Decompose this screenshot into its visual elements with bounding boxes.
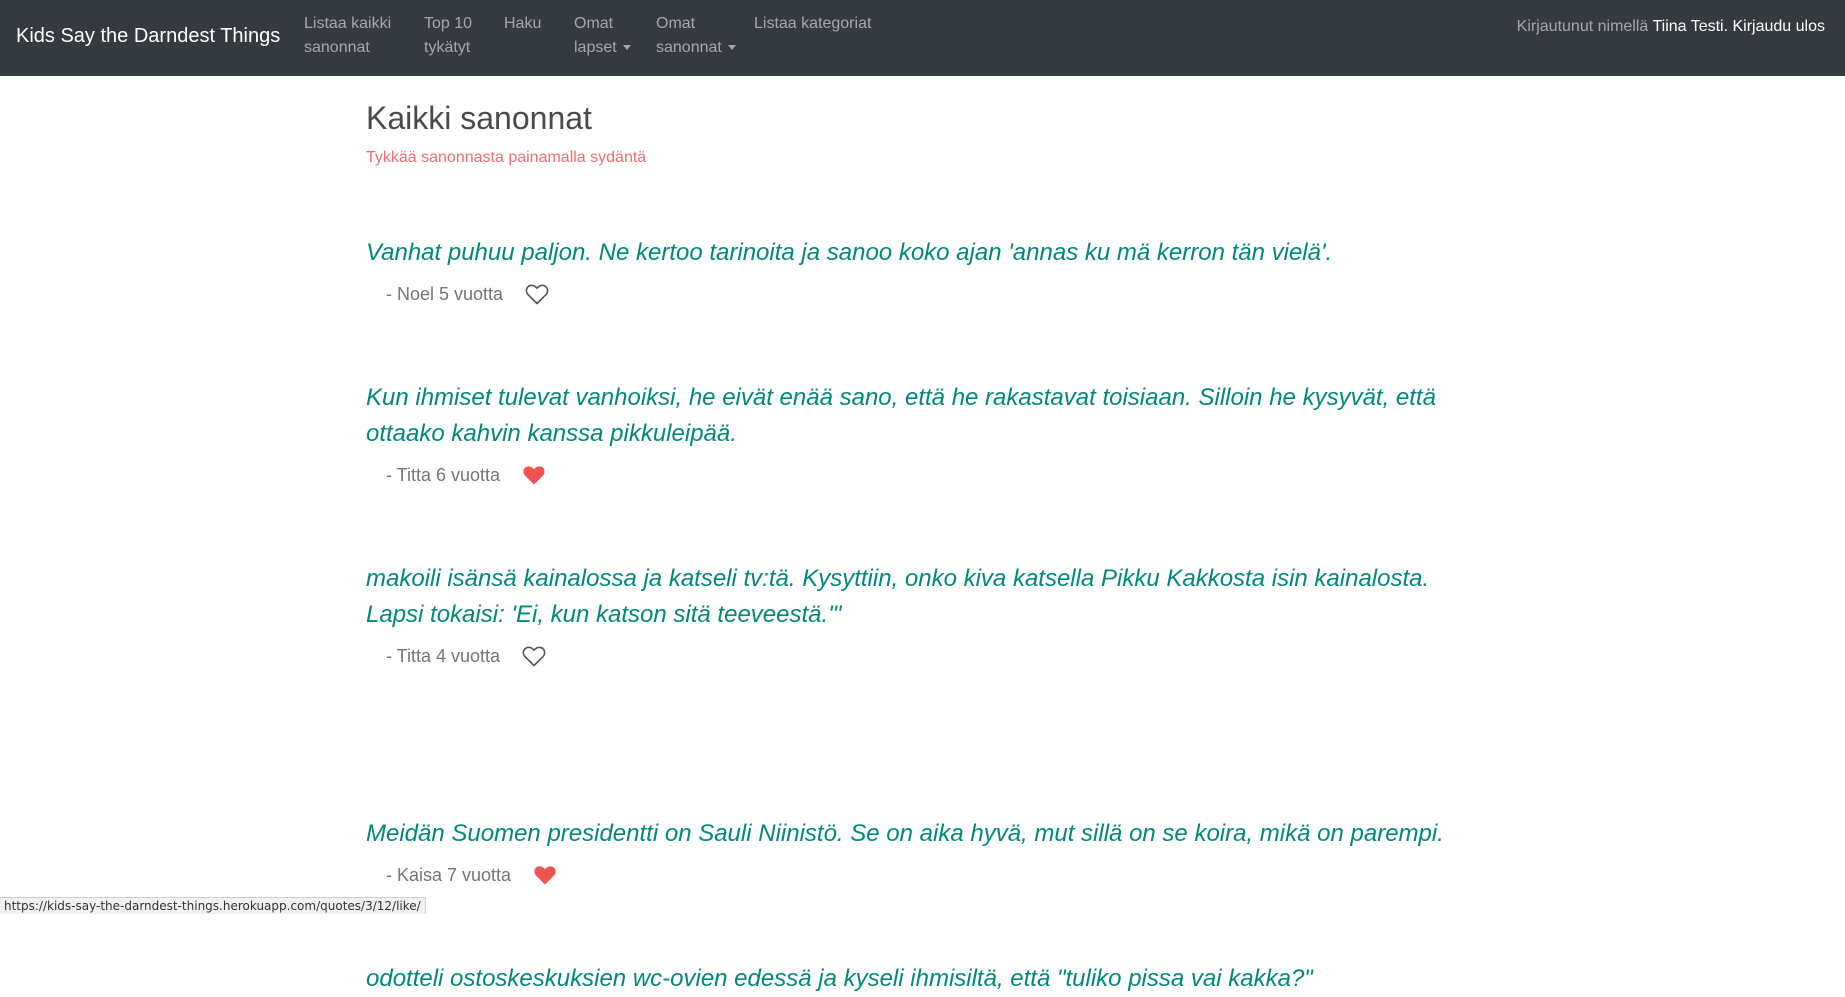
nav-search-label: Haku — [504, 15, 542, 32]
quote-item: makoili isänsä kainalossa ja katseli tv:… — [366, 561, 1446, 669]
logged-in-prefix: Kirjautunut nimellä — [1516, 18, 1649, 35]
navbar: Kids Say the Darndest Things Listaa kaik… — [0, 0, 1845, 76]
quote-author: - Titta 6 vuotta — [386, 464, 501, 485]
browser-status-url: https://kids-say-the-darndest-things.her… — [0, 897, 426, 914]
heart-filled-icon[interactable] — [533, 864, 557, 886]
page-title: Kaikki sanonnat — [366, 100, 592, 136]
nav-top10[interactable]: Top 10 tykätyt — [424, 12, 472, 60]
quote-item: Kun ihmiset tulevat vanhoiksi, he eivät … — [366, 380, 1446, 488]
quote-author: - Noel 5 vuotta — [386, 283, 504, 304]
user-status: Kirjautunut nimellä Tiina Testi. Kirjaud… — [1517, 18, 1825, 36]
nav-list-all-quotes-line1: Listaa kaikki — [304, 15, 392, 32]
quote-text: Kun ihmiset tulevat vanhoiksi, he eivät … — [366, 384, 1436, 447]
quote-text: Meidän Suomen presidentti on Sauli Niini… — [366, 820, 1444, 847]
quote-author: - Titta 4 vuotta — [386, 645, 501, 666]
nav-list-categories[interactable]: Listaa kategoriat — [754, 12, 871, 36]
heart-filled-icon[interactable] — [522, 464, 546, 486]
quote-item: Vanhat puhuu paljon. Ne kertoo tarinoita… — [366, 235, 1446, 307]
quote-text: Vanhat puhuu paljon. Ne kertoo tarinoita… — [366, 239, 1333, 266]
nav-top10-line1: Top 10 — [424, 15, 473, 32]
quote-item: Meidän Suomen presidentti on Sauli Niini… — [366, 816, 1446, 888]
heart-outline-icon[interactable] — [525, 283, 549, 305]
quote-text: odotteli ostoskeskuksien wc-ovien edessä… — [366, 965, 1313, 992]
nav-own-quotes-dropdown[interactable]: Omat sanonnat — [656, 12, 736, 60]
nav-own-children-line2: lapset — [574, 39, 617, 56]
nav-own-quotes-line2: sanonnat — [656, 39, 722, 56]
caret-down-icon — [622, 45, 631, 51]
quote-author: - Kaisa 7 vuotta — [386, 864, 512, 885]
nav-list-all-quotes-line2: sanonnat — [304, 39, 370, 56]
nav-list-categories-label: Listaa kategoriat — [754, 15, 872, 32]
nav-own-children-dropdown[interactable]: Omat lapset — [574, 12, 631, 60]
brand-link[interactable]: Kids Say the Darndest Things — [16, 25, 280, 48]
heart-outline-icon[interactable] — [522, 645, 546, 667]
nav-own-children-line1: Omat — [574, 15, 614, 32]
nav-list-all-quotes[interactable]: Listaa kaikki sanonnat — [304, 12, 391, 60]
user-name: Tiina Testi. — [1652, 18, 1729, 35]
nav-top10-line2: tykätyt — [424, 39, 471, 56]
nav-search[interactable]: Haku — [504, 12, 541, 36]
nav-own-quotes-line1: Omat — [656, 15, 696, 32]
page-subtitle: Tykkää sanonnasta painamalla sydäntä — [366, 149, 647, 166]
caret-down-icon — [727, 45, 736, 51]
quote-item: odotteli ostoskeskuksien wc-ovien edessä… — [366, 961, 1446, 997]
logout-link[interactable]: Kirjaudu ulos — [1733, 18, 1826, 35]
quote-text: makoili isänsä kainalossa ja katseli tv:… — [366, 565, 1430, 628]
